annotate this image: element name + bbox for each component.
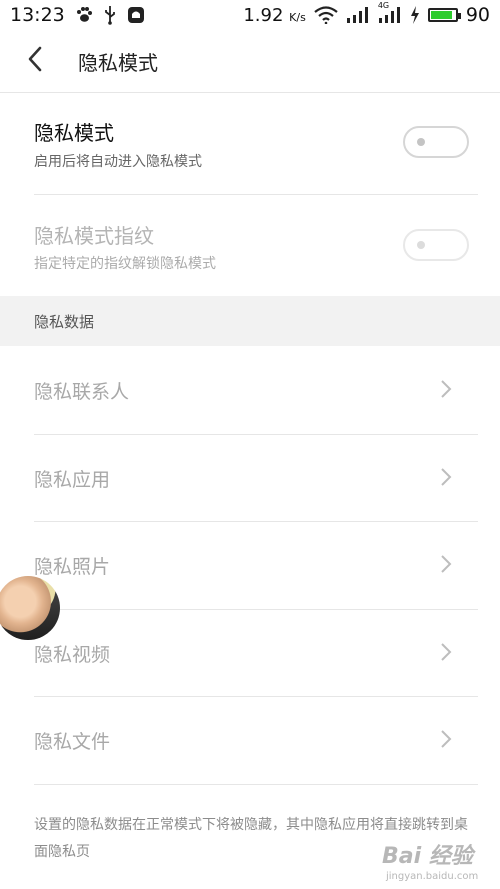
- chevron-right-icon: [440, 554, 452, 578]
- privacy-mode-toggle[interactable]: [403, 126, 469, 158]
- status-time: 13:23: [10, 4, 65, 26]
- list-item-photos[interactable]: 隐私照片: [0, 522, 500, 609]
- watermark: Bai 经验 jingyan.baidu.com: [382, 838, 497, 886]
- battery-level: [430, 11, 453, 19]
- signal-4g-icon: 4G: [378, 1, 402, 25]
- fingerprint-subtitle: 指定特定的指纹解锁隐私模式: [34, 256, 216, 272]
- list-item-videos[interactable]: 隐私视频: [0, 610, 500, 697]
- fingerprint-title: 隐私模式指纹: [34, 224, 154, 248]
- privacy-mode-subtitle: 启用后将自动进入隐私模式: [34, 154, 202, 170]
- list-item-apps[interactable]: 隐私应用: [0, 435, 500, 522]
- section-title: 隐私数据: [34, 312, 95, 331]
- network-speed: 1.92: [243, 4, 284, 26]
- list-item-label: 隐私文件: [34, 731, 111, 753]
- section-header: 隐私数据: [0, 296, 500, 346]
- usb-icon: [103, 5, 117, 25]
- fingerprint-row: 隐私模式指纹 指定特定的指纹解锁隐私模式: [0, 195, 500, 295]
- privacy-mode-title: 隐私模式: [34, 121, 114, 145]
- network-speed-unit: K/s: [289, 10, 306, 24]
- title-bar: 隐私模式: [0, 30, 500, 93]
- chevron-right-icon: [440, 379, 452, 403]
- chevron-right-icon: [440, 642, 452, 666]
- page-title: 隐私模式: [78, 50, 158, 75]
- battery-percent: 90: [465, 4, 490, 26]
- back-button[interactable]: [0, 30, 70, 92]
- charging-icon: [410, 5, 420, 25]
- wifi-icon: [314, 5, 338, 25]
- chevron-right-icon: [440, 467, 452, 491]
- list-item-label: 隐私视频: [34, 644, 111, 666]
- chevron-right-icon: [440, 729, 452, 753]
- fingerprint-toggle[interactable]: [403, 229, 469, 261]
- notification-icon: [127, 5, 145, 25]
- status-bar: 13:23 1.92 K/s 4G 90: [0, 0, 500, 30]
- battery-icon: [427, 8, 461, 22]
- network-type: 4G: [377, 1, 390, 10]
- list-item-files[interactable]: 隐私文件: [0, 697, 500, 784]
- list-item-contacts[interactable]: 隐私联系人: [0, 347, 500, 434]
- privacy-mode-row: 隐私模式 启用后将自动进入隐私模式: [0, 93, 500, 193]
- chevron-left-icon: [27, 46, 43, 76]
- paw-icon: [75, 5, 93, 25]
- signal-icon: [346, 5, 370, 25]
- list-item-label: 隐私照片: [34, 556, 111, 578]
- watermark-brand: Bai 经验: [382, 844, 473, 869]
- watermark-url: jingyan.baidu.com: [386, 871, 479, 882]
- list-item-label: 隐私应用: [34, 469, 111, 491]
- list-item-label: 隐私联系人: [34, 381, 130, 403]
- divider: [34, 784, 478, 785]
